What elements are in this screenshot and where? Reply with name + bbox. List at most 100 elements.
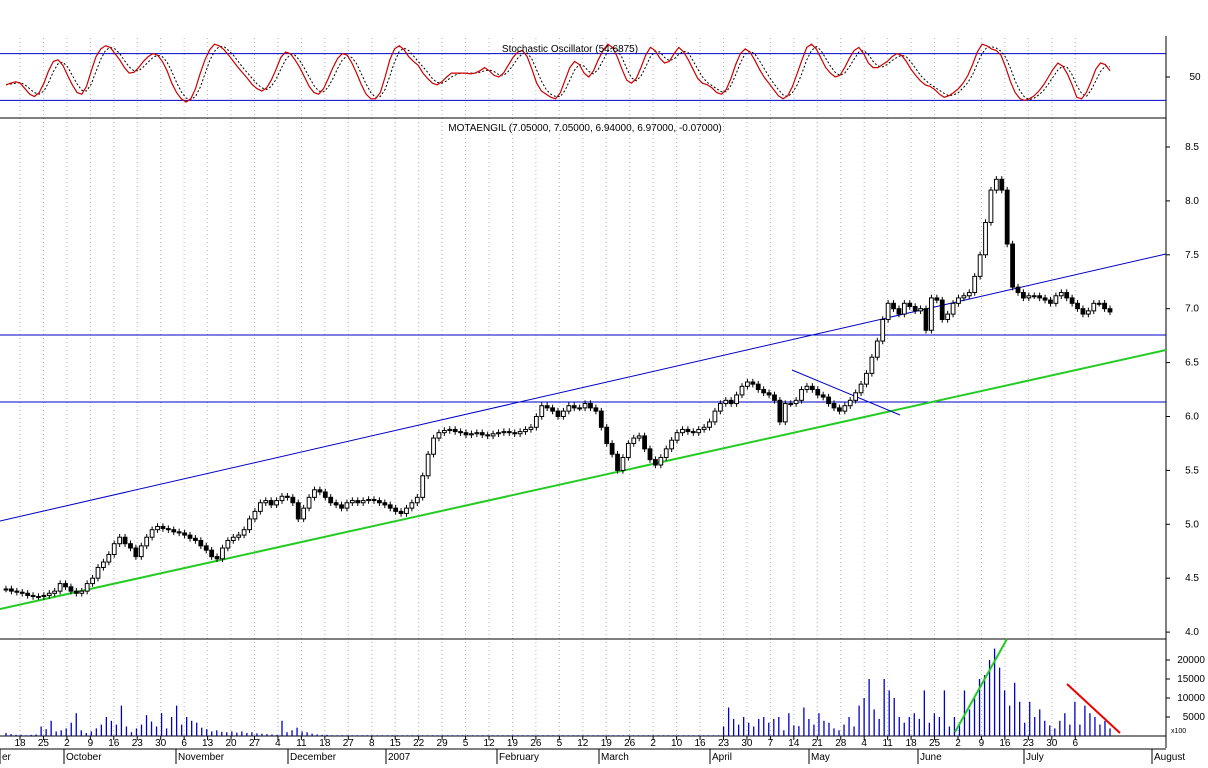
candle-body — [111, 543, 117, 555]
candle-body — [999, 178, 1005, 191]
candle-body — [739, 385, 745, 396]
candle-body — [523, 428, 528, 433]
candle-body — [544, 405, 550, 409]
price-y-tick-label: 6.5 — [1185, 358, 1199, 369]
candle-body — [414, 496, 420, 504]
x-tick-label: 5 — [557, 738, 563, 749]
candle-body — [561, 410, 566, 417]
month-label: April — [712, 752, 732, 763]
price-y-tick-label: 6.0 — [1185, 412, 1199, 423]
candle-body — [14, 590, 20, 593]
candle-body — [214, 556, 220, 560]
candle-body — [609, 442, 615, 455]
x-tick-label: 18 — [906, 738, 918, 749]
candle-body — [1053, 295, 1059, 304]
candle-body — [891, 302, 896, 310]
candle-body — [793, 399, 799, 405]
candle-body — [669, 439, 675, 450]
candle-body — [247, 518, 252, 531]
candle-body — [918, 308, 923, 312]
candle-body — [458, 431, 463, 434]
candle-body — [420, 475, 426, 498]
candle-body — [133, 547, 139, 558]
candle-body — [701, 426, 707, 430]
candle-body — [285, 495, 290, 498]
candle-body — [680, 428, 685, 434]
stock-chart: Stochastic Oscillator (54.6875) 50 MOTAE… — [0, 0, 1208, 768]
candle-body — [290, 496, 296, 504]
candle-body — [441, 430, 447, 434]
candle-body — [880, 318, 886, 342]
candle-body — [436, 432, 442, 439]
volume-y-tick-label: 10000 — [1177, 693, 1205, 704]
candle-body — [95, 566, 101, 579]
candle-body — [90, 577, 95, 585]
candle-body — [252, 510, 258, 520]
candle-body — [864, 372, 869, 385]
candle-body — [203, 545, 209, 551]
candle-body — [122, 536, 128, 545]
candle-body — [463, 432, 469, 436]
candle-body — [690, 431, 696, 434]
candle-body — [566, 405, 572, 412]
candle-body — [636, 435, 642, 439]
candle-body — [653, 459, 658, 466]
candle-body — [1015, 286, 1021, 294]
candle-body — [1102, 302, 1107, 310]
volume-y-tick-label: 15000 — [1177, 674, 1205, 685]
candle-body — [755, 383, 761, 391]
x-tick-label: 11 — [296, 738, 307, 749]
candle-body — [1091, 302, 1097, 312]
candle-body — [625, 442, 631, 458]
candle-body — [279, 495, 285, 502]
candle-body — [582, 403, 588, 409]
x-tick-label: 28 — [835, 738, 847, 749]
candle-body — [41, 594, 47, 598]
candle-body — [474, 432, 480, 435]
candle-body — [496, 432, 501, 435]
x-tick-label: 7 — [768, 738, 774, 749]
candle-body — [79, 590, 85, 594]
x-tick-label: 2 — [64, 738, 70, 749]
candle-body — [874, 340, 880, 358]
price-y-tick-label: 4.5 — [1185, 573, 1199, 584]
candle-body — [171, 529, 177, 533]
candle-body — [766, 392, 772, 396]
candle-body — [674, 432, 680, 441]
candle-body — [761, 389, 767, 394]
candle-body — [1080, 308, 1086, 315]
candle-body — [945, 313, 951, 320]
x-tick-label: 30 — [741, 738, 753, 749]
candle-body — [1021, 292, 1026, 299]
price-title: MOTAENGIL (7.05000, 7.05000, 6.94000, 6.… — [448, 123, 722, 134]
candle-body — [804, 385, 810, 391]
candle-body — [837, 407, 842, 412]
x-tick-label: 6 — [181, 738, 187, 749]
candle-body — [972, 275, 978, 294]
candle-body — [858, 383, 864, 394]
candle-body — [750, 381, 756, 385]
candle-body — [117, 536, 123, 545]
candle-body — [106, 553, 112, 563]
price-y-tick-label: 7.0 — [1185, 304, 1199, 315]
x-tick-label: 2 — [955, 738, 961, 749]
candle-body — [452, 428, 458, 433]
stoch-title: Stochastic Oscillator (54.6875) — [502, 44, 638, 55]
candle-body — [896, 308, 902, 315]
candle-body — [1069, 297, 1075, 304]
candle-body — [593, 407, 599, 412]
candle-body — [349, 500, 355, 504]
volume-scale-label: x100 — [1171, 728, 1186, 735]
x-tick-label: 12 — [577, 738, 589, 749]
x-tick-label: 25 — [929, 738, 941, 749]
candle-body — [696, 428, 702, 434]
candle-body — [929, 297, 934, 331]
x-tick-label: 23 — [718, 738, 730, 749]
month-label: December — [290, 752, 337, 763]
x-tick-label: 19 — [601, 738, 613, 749]
x-tick-label: 18 — [14, 738, 26, 749]
candle-body — [73, 590, 79, 594]
candle-body — [387, 504, 393, 509]
candle-body — [393, 507, 399, 512]
candle-body — [301, 507, 307, 520]
